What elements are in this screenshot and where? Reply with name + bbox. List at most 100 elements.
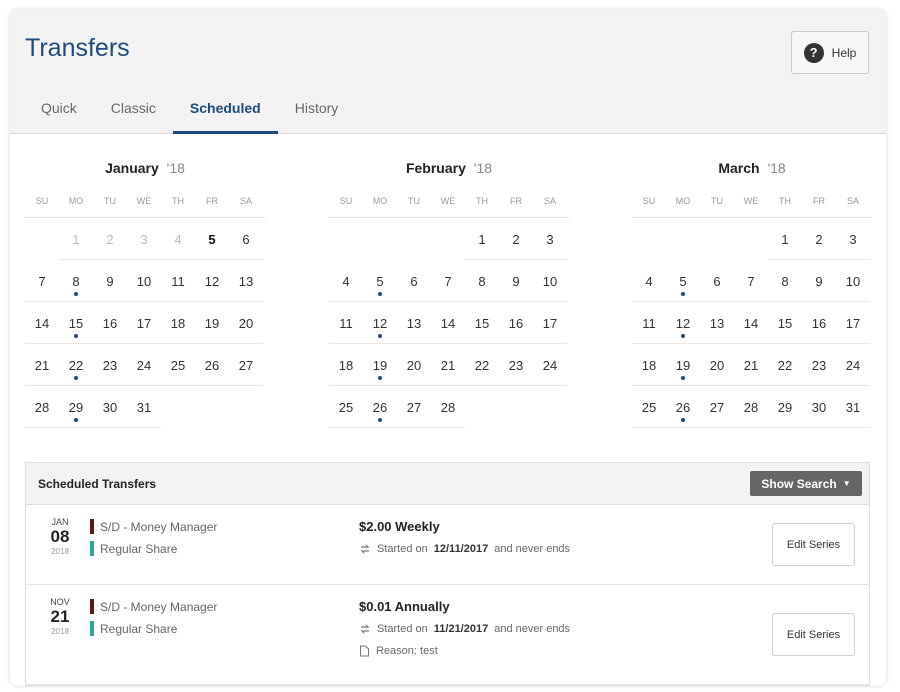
calendar-day[interactable]: 1	[768, 218, 802, 260]
calendar-day[interactable]: 7	[734, 260, 768, 302]
calendar-day[interactable]: 4	[632, 260, 666, 302]
calendar-day[interactable]: 18	[161, 302, 195, 344]
calendar-day[interactable]: 26	[195, 344, 229, 386]
calendar-day[interactable]: 8	[59, 260, 93, 302]
calendar-day[interactable]: 8	[768, 260, 802, 302]
calendar-day[interactable]: 22	[59, 344, 93, 386]
calendar-day[interactable]: 25	[161, 344, 195, 386]
help-button[interactable]: ? Help	[791, 31, 869, 74]
calendar-day[interactable]: 5	[195, 218, 229, 260]
scheduled-dot-icon	[378, 376, 382, 380]
calendar-day[interactable]: 17	[533, 302, 567, 344]
calendar-day[interactable]: 18	[329, 344, 363, 386]
calendar-day[interactable]: 10	[127, 260, 161, 302]
calendar-day[interactable]: 3	[127, 218, 161, 260]
calendar-day[interactable]: 13	[229, 260, 263, 302]
calendar-day[interactable]: 19	[363, 344, 397, 386]
tab-quick[interactable]: Quick	[24, 92, 94, 134]
calendar-day[interactable]: 9	[499, 260, 533, 302]
calendar-day[interactable]: 4	[329, 260, 363, 302]
calendar-day[interactable]: 1	[59, 218, 93, 260]
calendar-day[interactable]: 2	[499, 218, 533, 260]
caret-down-icon: ▼	[842, 479, 851, 488]
calendar-day[interactable]: 16	[499, 302, 533, 344]
calendar-day[interactable]: 10	[533, 260, 567, 302]
calendar-day[interactable]: 14	[25, 302, 59, 344]
calendar-day[interactable]: 15	[59, 302, 93, 344]
calendar-day[interactable]: 28	[734, 386, 768, 428]
calendar-day[interactable]: 6	[397, 260, 431, 302]
calendar-day[interactable]: 20	[229, 302, 263, 344]
calendar-day[interactable]: 19	[666, 344, 700, 386]
calendar-day[interactable]: 9	[93, 260, 127, 302]
calendar-day[interactable]: 15	[465, 302, 499, 344]
calendar-day[interactable]: 27	[229, 344, 263, 386]
calendar-day[interactable]: 27	[397, 386, 431, 428]
calendar-day[interactable]: 25	[329, 386, 363, 428]
calendar-day[interactable]: 25	[632, 386, 666, 428]
tab-classic[interactable]: Classic	[94, 92, 173, 134]
calendar-day[interactable]: 20	[397, 344, 431, 386]
calendar-day[interactable]: 22	[465, 344, 499, 386]
calendar-day[interactable]: 16	[93, 302, 127, 344]
calendar-day[interactable]: 12	[195, 260, 229, 302]
calendar-day[interactable]: 10	[836, 260, 870, 302]
calendar-day[interactable]: 24	[533, 344, 567, 386]
calendar-day[interactable]: 28	[431, 386, 465, 428]
calendar-day[interactable]: 7	[25, 260, 59, 302]
calendar-day[interactable]: 18	[632, 344, 666, 386]
calendar-day[interactable]: 12	[666, 302, 700, 344]
calendar-day[interactable]: 22	[768, 344, 802, 386]
calendar-day[interactable]: 19	[195, 302, 229, 344]
calendar-day[interactable]: 4	[161, 218, 195, 260]
calendar-day[interactable]: 28	[25, 386, 59, 428]
calendar-day[interactable]: 8	[465, 260, 499, 302]
calendar-day[interactable]: 26	[363, 386, 397, 428]
calendar-day[interactable]: 23	[499, 344, 533, 386]
calendar-day[interactable]: 6	[229, 218, 263, 260]
calendar-day[interactable]: 15	[768, 302, 802, 344]
calendar-day[interactable]: 24	[127, 344, 161, 386]
calendar-day[interactable]: 31	[836, 386, 870, 428]
calendar-day[interactable]: 21	[431, 344, 465, 386]
calendar-day[interactable]: 16	[802, 302, 836, 344]
calendar-day[interactable]: 21	[734, 344, 768, 386]
calendar-day[interactable]: 1	[465, 218, 499, 260]
calendar-day[interactable]: 11	[161, 260, 195, 302]
calendar-day[interactable]: 23	[93, 344, 127, 386]
edit-series-button[interactable]: Edit Series	[772, 613, 855, 656]
calendar-day[interactable]: 12	[363, 302, 397, 344]
calendar-day[interactable]: 3	[533, 218, 567, 260]
calendar-day[interactable]: 5	[666, 260, 700, 302]
calendar-day[interactable]: 2	[802, 218, 836, 260]
calendar-day[interactable]: 6	[700, 260, 734, 302]
tab-scheduled[interactable]: Scheduled	[172, 92, 278, 134]
show-search-button[interactable]: Show Search ▼	[750, 471, 862, 496]
calendar-day[interactable]: 11	[329, 302, 363, 344]
calendar-day[interactable]: 14	[734, 302, 768, 344]
calendar-day[interactable]: 3	[836, 218, 870, 260]
calendar-day[interactable]: 13	[700, 302, 734, 344]
calendar-day[interactable]: 27	[700, 386, 734, 428]
calendar-day[interactable]: 21	[25, 344, 59, 386]
calendar-day[interactable]: 5	[363, 260, 397, 302]
calendar-day[interactable]: 29	[768, 386, 802, 428]
calendar-day[interactable]: 20	[700, 344, 734, 386]
calendar-day[interactable]: 30	[802, 386, 836, 428]
calendar-day[interactable]: 2	[93, 218, 127, 260]
calendar-day[interactable]: 17	[836, 302, 870, 344]
tab-history[interactable]: History	[278, 92, 356, 134]
calendar-day[interactable]: 9	[802, 260, 836, 302]
calendar-day[interactable]: 24	[836, 344, 870, 386]
calendar-day[interactable]: 14	[431, 302, 465, 344]
calendar-day[interactable]: 29	[59, 386, 93, 428]
calendar-day[interactable]: 30	[93, 386, 127, 428]
calendar-day[interactable]: 17	[127, 302, 161, 344]
calendar-day[interactable]: 11	[632, 302, 666, 344]
calendar-day[interactable]: 13	[397, 302, 431, 344]
calendar-day[interactable]: 31	[127, 386, 161, 428]
edit-series-button[interactable]: Edit Series	[772, 523, 855, 566]
calendar-day[interactable]: 23	[802, 344, 836, 386]
calendar-day[interactable]: 26	[666, 386, 700, 428]
calendar-day[interactable]: 7	[431, 260, 465, 302]
